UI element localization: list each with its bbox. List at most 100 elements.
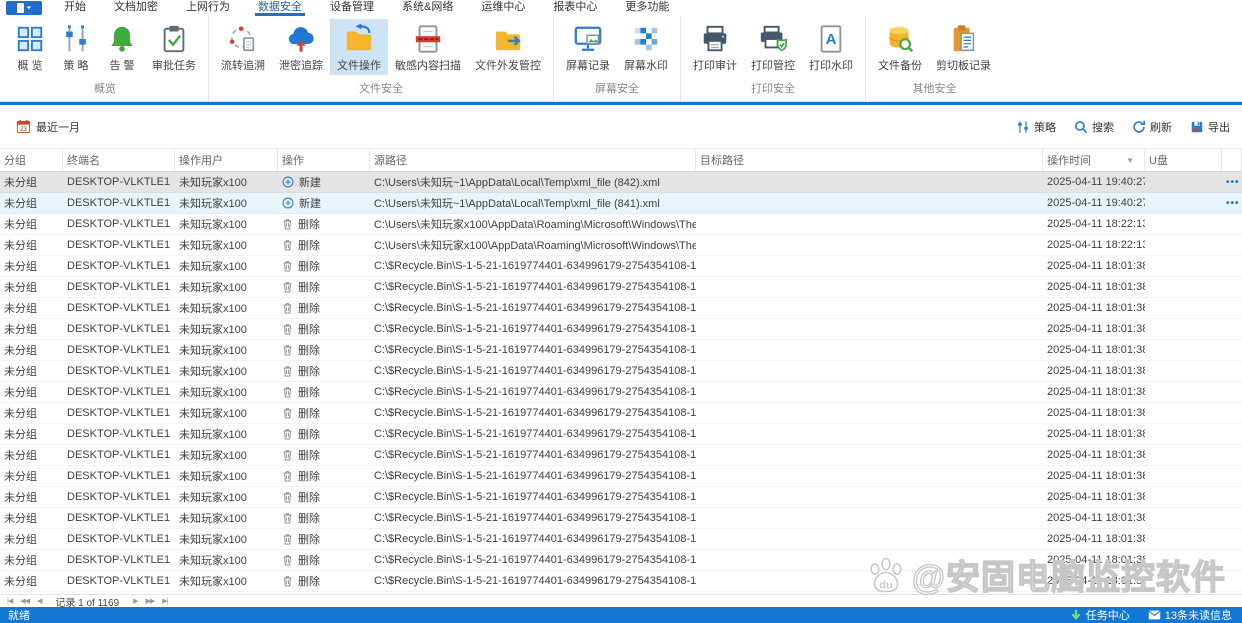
filter-dropdown-icon[interactable]: ▼ bbox=[1126, 156, 1140, 165]
date-range-filter[interactable]: 23 最近一月 bbox=[16, 119, 80, 135]
ribbon-group-other-security: 文件备份 剪切板记录 其他安全 bbox=[865, 16, 1003, 101]
cell-source-path: C:\$Recycle.Bin\S-1-5-21-1619774401-6349… bbox=[374, 386, 696, 398]
ribbon-item-policy[interactable]: 策 略 bbox=[53, 19, 99, 75]
pager-next-page-button[interactable]: ▶▶ bbox=[142, 597, 159, 605]
table-row[interactable]: 未分组 DESKTOP-VLKTLE1 未知玩家x100 删除 C:\$Recycle.… bbox=[0, 571, 1242, 592]
ribbon-item-file-outgoing[interactable]: 文件外发管控 bbox=[468, 19, 548, 75]
unread-messages-button[interactable]: 13条未读信息 bbox=[1148, 607, 1232, 623]
cell-terminal: DESKTOP-VLKTLE1 bbox=[67, 428, 171, 440]
task-center-button[interactable]: 任务中心 bbox=[1070, 607, 1130, 623]
cell-row-actions: ••• bbox=[1222, 176, 1242, 188]
menu-tab-data-security[interactable]: 数据安全 bbox=[244, 0, 316, 16]
ribbon-item-print-control[interactable]: 打印管控 bbox=[744, 19, 802, 75]
table-row[interactable]: 未分组 DESKTOP-VLKTLE1 未知玩家x100 新建 C:\Users\未知玩… bbox=[0, 172, 1242, 193]
menu-tab-ops-center[interactable]: 运维中心 bbox=[467, 0, 539, 16]
header-terminal[interactable]: 终端名 bbox=[63, 149, 175, 171]
ribbon-group-caption: 打印安全 bbox=[751, 83, 795, 95]
ribbon-item-print-audit[interactable]: 打印审计 bbox=[686, 19, 744, 75]
policy-button[interactable]: 策略 bbox=[1016, 119, 1056, 135]
ribbon-item-label: 屏幕记录 bbox=[566, 60, 610, 72]
search-button[interactable]: 搜索 bbox=[1074, 119, 1114, 135]
table-row[interactable]: 未分组 DESKTOP-VLKTLE1 未知玩家x100 删除 C:\$Recycle.… bbox=[0, 319, 1242, 340]
table-row[interactable]: 未分组 DESKTOP-VLKTLE1 未知玩家x100 删除 C:\Users\未知玩… bbox=[0, 214, 1242, 235]
pager-prev-button[interactable]: ◀ bbox=[33, 597, 45, 605]
table-row[interactable]: 未分组 DESKTOP-VLKTLE1 未知玩家x100 删除 C:\$Recycle.… bbox=[0, 403, 1242, 424]
menu-tab-start[interactable]: 开始 bbox=[50, 0, 100, 16]
table-row[interactable]: 未分组 DESKTOP-VLKTLE1 未知玩家x100 删除 C:\$Recycle.… bbox=[0, 382, 1242, 403]
header-source-path[interactable]: 源路径 bbox=[370, 149, 696, 171]
cell-group: 未分组 bbox=[4, 387, 37, 399]
menu-tab-device-mgmt[interactable]: 设备管理 bbox=[316, 0, 388, 16]
delete-trash-icon bbox=[283, 534, 292, 545]
cell-source-path: C:\$Recycle.Bin\S-1-5-21-1619774401-6349… bbox=[374, 365, 696, 377]
cell-source-path: C:\Users\未知玩~1\AppData\Local\Temp\xml_fi… bbox=[374, 177, 660, 189]
menu-tab-more-features[interactable]: 更多功能 bbox=[611, 0, 683, 16]
ribbon-item-file-backup[interactable]: 文件备份 bbox=[871, 19, 929, 75]
ribbon-item-label: 敏感内容扫描 bbox=[395, 60, 461, 72]
pager-prev-page-button[interactable]: ◀◀ bbox=[16, 597, 33, 605]
header-group[interactable]: 分组 bbox=[0, 149, 63, 171]
export-button[interactable]: 导出 bbox=[1190, 119, 1230, 135]
print-control-icon bbox=[760, 25, 787, 52]
menu-tab-web-behavior[interactable]: 上网行为 bbox=[172, 0, 244, 16]
ribbon-item-screen-record[interactable]: 屏幕记录 bbox=[559, 19, 617, 75]
table-row[interactable]: 未分组 DESKTOP-VLKTLE1 未知玩家x100 删除 C:\$Recycle.… bbox=[0, 361, 1242, 382]
cell-user: 未知玩家x100 bbox=[179, 513, 247, 525]
table-row[interactable]: 未分组 DESKTOP-VLKTLE1 未知玩家x100 删除 C:\$Recycle.… bbox=[0, 256, 1242, 277]
cell-time: 2025-04-11 18:01:38 bbox=[1047, 302, 1145, 314]
cell-terminal: DESKTOP-VLKTLE1 bbox=[67, 239, 171, 251]
pager-next-button[interactable]: ▶ bbox=[129, 597, 141, 605]
row-more-button[interactable]: ••• bbox=[1226, 177, 1240, 188]
header-time[interactable]: 操作时间 ▼ bbox=[1043, 149, 1145, 171]
table-row[interactable]: 未分组 DESKTOP-VLKTLE1 未知玩家x100 删除 C:\$Recycle.… bbox=[0, 424, 1242, 445]
table-row[interactable]: 未分组 DESKTOP-VLKTLE1 未知玩家x100 删除 C:\$Recycle.… bbox=[0, 508, 1242, 529]
ribbon-item-clipboard-record[interactable]: 剪切板记录 bbox=[929, 19, 998, 75]
table-row[interactable]: 未分组 DESKTOP-VLKTLE1 未知玩家x100 删除 C:\$Recycle.… bbox=[0, 340, 1242, 361]
ribbon-item-sensitive-scan[interactable]: 敏感内容扫描 bbox=[388, 19, 468, 75]
cell-terminal: DESKTOP-VLKTLE1 bbox=[67, 323, 171, 335]
ribbon-item-alert[interactable]: 告 警 bbox=[99, 19, 145, 75]
ribbon-item-overview[interactable]: 概 览 bbox=[7, 19, 53, 75]
app-menu-button[interactable] bbox=[6, 1, 42, 15]
date-range-label: 最近一月 bbox=[36, 121, 80, 134]
ribbon-item-leak-trace[interactable]: 泄密追踪 bbox=[272, 19, 330, 75]
ribbon-item-print-watermark[interactable]: A 打印水印 bbox=[802, 19, 860, 75]
ribbon-group-caption: 文件安全 bbox=[359, 83, 403, 95]
table-row[interactable]: 未分组 DESKTOP-VLKTLE1 未知玩家x100 删除 C:\$Recycle.… bbox=[0, 550, 1242, 571]
ribbon-item-flow-trace[interactable]: 流转追溯 bbox=[214, 19, 272, 75]
table-row[interactable]: 未分组 DESKTOP-VLKTLE1 未知玩家x100 删除 C:\$Recycle.… bbox=[0, 277, 1242, 298]
cell-action: 删除 bbox=[278, 531, 370, 547]
refresh-button[interactable]: 刷新 bbox=[1132, 119, 1172, 135]
flow-trace-icon bbox=[229, 26, 255, 52]
cell-user: 未知玩家x100 bbox=[179, 408, 247, 420]
ribbon-group-screen-security: 屏幕记录 屏幕水印 屏幕安全 bbox=[553, 16, 680, 101]
delete-trash-icon bbox=[283, 555, 292, 566]
cell-terminal: DESKTOP-VLKTLE1 bbox=[67, 470, 171, 482]
ribbon-item-file-operations[interactable]: 文件操作 bbox=[330, 19, 388, 75]
menu-tab-system-network[interactable]: 系统&网络 bbox=[388, 0, 467, 16]
ribbon-item-screen-watermark[interactable]: 屏幕水印 bbox=[617, 19, 675, 75]
ribbon-item-approval-tasks[interactable]: 审批任务 bbox=[145, 19, 203, 75]
table-row[interactable]: 未分组 DESKTOP-VLKTLE1 未知玩家x100 删除 C:\$Recycle.… bbox=[0, 445, 1242, 466]
table-row[interactable]: 未分组 DESKTOP-VLKTLE1 未知玩家x100 删除 C:\Users\未知玩… bbox=[0, 235, 1242, 256]
pager-first-button[interactable]: |◀ bbox=[3, 597, 16, 605]
table-row[interactable]: 未分组 DESKTOP-VLKTLE1 未知玩家x100 新建 C:\Users\未知玩… bbox=[0, 193, 1242, 214]
menu-tab-report-center[interactable]: 报表中心 bbox=[539, 0, 611, 16]
table-row[interactable]: 未分组 DESKTOP-VLKTLE1 未知玩家x100 删除 C:\$Recycle.… bbox=[0, 298, 1242, 319]
clipboard-record-icon bbox=[953, 25, 974, 52]
menu-tab-doc-encryption[interactable]: 文档加密 bbox=[100, 0, 172, 16]
row-more-button[interactable]: ••• bbox=[1226, 198, 1240, 209]
table-row[interactable]: 未分组 DESKTOP-VLKTLE1 未知玩家x100 删除 C:\$Recycle.… bbox=[0, 466, 1242, 487]
delete-trash-icon bbox=[283, 429, 292, 440]
action-label: 删除 bbox=[298, 366, 320, 378]
header-user[interactable]: 操作用户 bbox=[175, 149, 278, 171]
header-action[interactable]: 操作 bbox=[278, 149, 370, 171]
table-row[interactable]: 未分组 DESKTOP-VLKTLE1 未知玩家x100 删除 C:\$Recycle.… bbox=[0, 487, 1242, 508]
cell-group: 未分组 bbox=[4, 261, 37, 273]
cell-group: 未分组 bbox=[4, 177, 37, 189]
header-target-path[interactable]: 目标路径 bbox=[696, 149, 1043, 171]
table-row[interactable]: 未分组 DESKTOP-VLKTLE1 未知玩家x100 删除 C:\$Recycle.… bbox=[0, 529, 1242, 550]
pager-last-button[interactable]: ▶| bbox=[158, 597, 171, 605]
header-usb[interactable]: U盘 bbox=[1145, 149, 1222, 171]
delete-trash-icon bbox=[283, 303, 292, 314]
